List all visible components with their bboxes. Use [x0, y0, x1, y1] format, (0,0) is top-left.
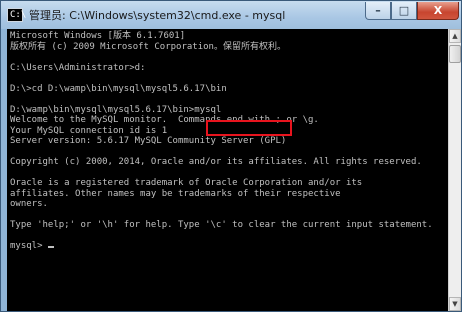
scroll-up-arrow-icon[interactable]: ▲ [449, 29, 461, 43]
console-line: Type 'help;' or '\h' for help. Type '\c'… [10, 220, 433, 230]
console-line: C:\Users\Administrator>d: [10, 62, 146, 73]
console-line: D:\wamp\bin\mysql\mysql5.6.17\bin>mysql [10, 104, 222, 115]
title-bar[interactable]: C:\ 管理员: C:\Windows\system32\cmd.exe - m… [1, 1, 461, 29]
console-line: Oracle is a registered trademark of Orac… [10, 178, 363, 188]
console-line: D:\>cd D:\wamp\bin\mysql\mysql5.6.17\bin [10, 83, 227, 94]
window-controls: – □ X [365, 2, 459, 22]
text-cursor [47, 246, 54, 248]
scrollbar-thumb[interactable] [449, 45, 461, 63]
cmd-icon-text: C:\ [10, 10, 27, 20]
console-line: Microsoft Windows [版本 6.1.7601] [10, 31, 186, 41]
console-line: 版权所有 (c) 2009 Microsoft Corporation。保留所有… [10, 41, 286, 52]
console-output[interactable]: Microsoft Windows [版本 6.1.7601] 版权所有 (c)… [7, 29, 448, 311]
console-line: owners. [10, 199, 48, 209]
scroll-down-arrow-icon[interactable]: ▼ [449, 297, 461, 311]
minimize-button[interactable]: – [365, 2, 391, 20]
cmd-icon[interactable]: C:\ [7, 8, 27, 22]
cmd-window: C:\ 管理员: C:\Windows\system32\cmd.exe - m… [0, 0, 462, 312]
maximize-button[interactable]: □ [391, 2, 417, 20]
console-line: Copyright (c) 2000, 2014, Oracle and/or … [10, 157, 422, 167]
console-lines: Microsoft Windows [版本 6.1.7601] 版权所有 (c)… [10, 31, 433, 252]
window-title: 管理员: C:\Windows\system32\cmd.exe - mysql [29, 9, 286, 22]
command-highlight-box [206, 120, 292, 136]
vertical-scrollbar[interactable]: ▲ ▼ [448, 29, 461, 311]
close-button[interactable]: X [417, 2, 459, 20]
console-line: Server version: 5.6.17 MySQL Community S… [10, 136, 287, 146]
console-line: Your MySQL connection id is 1 [10, 125, 168, 136]
prompt-line: mysql> [10, 241, 48, 251]
console-line: affiliates. Other names may be trademark… [10, 188, 341, 199]
